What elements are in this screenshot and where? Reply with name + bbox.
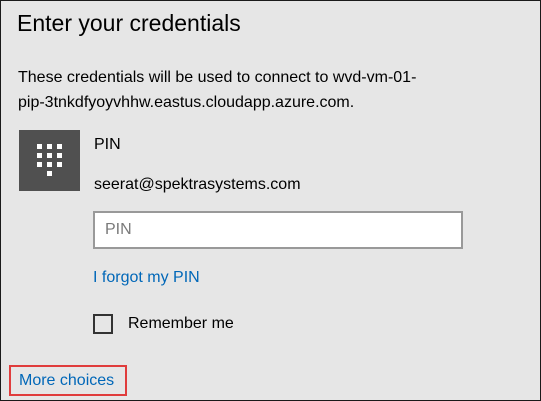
pin-keypad-glyph bbox=[37, 144, 62, 176]
dialog-message: These credentials will be used to connec… bbox=[18, 65, 518, 115]
dialog-title: Enter your credentials bbox=[17, 10, 241, 36]
checkbox-box[interactable] bbox=[93, 314, 113, 334]
pin-keypad-icon bbox=[19, 130, 80, 191]
remember-me-checkbox[interactable]: Remember me bbox=[93, 311, 234, 337]
more-choices-label[interactable]: More choices bbox=[19, 371, 114, 391]
message-line-2: pip-3tnkdfyoyvhhw.eastus.cloudapp.azure.… bbox=[18, 94, 355, 111]
remember-me-label: Remember me bbox=[128, 315, 234, 332]
username-label: seerat@spektrasystems.com bbox=[94, 176, 301, 193]
forgot-pin-link[interactable]: I forgot my PIN bbox=[93, 268, 200, 288]
credential-type-label: PIN bbox=[94, 136, 121, 153]
message-line-1: These credentials will be used to connec… bbox=[18, 69, 417, 86]
credentials-dialog: Enter your credentials These credentials… bbox=[0, 0, 541, 401]
more-choices-link[interactable]: More choices bbox=[9, 365, 127, 396]
pin-input[interactable] bbox=[93, 211, 463, 249]
